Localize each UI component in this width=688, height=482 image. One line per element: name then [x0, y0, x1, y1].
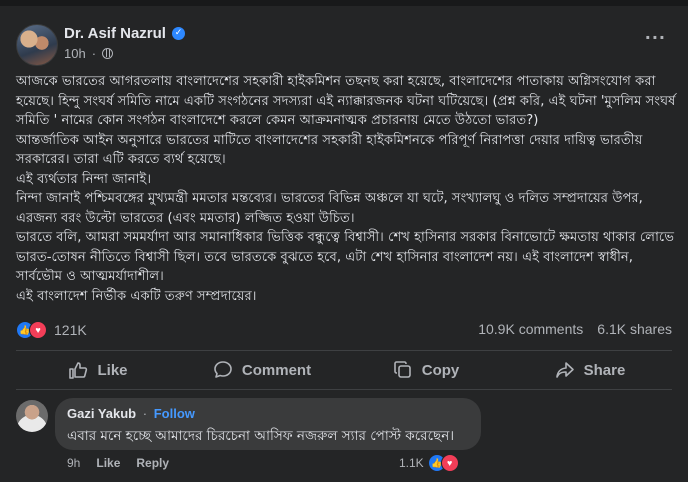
like-button[interactable]: Like: [16, 352, 180, 388]
post-time[interactable]: 10h: [64, 46, 86, 61]
divider: [16, 389, 672, 390]
share-button[interactable]: Share: [508, 352, 672, 388]
reaction-count: 121K: [54, 322, 87, 338]
post-body: আজকে ভারতের আগরতলায় বাংলাদেশের সহকারী হ…: [16, 74, 676, 304]
copy-button[interactable]: Copy: [344, 352, 508, 388]
share-icon: [555, 362, 574, 378]
comment-like-button[interactable]: Like: [96, 456, 120, 470]
comment-reactions[interactable]: 1.1K 👍 ♥: [399, 454, 459, 472]
author-row: Dr. Asif Nazrul ✓: [64, 25, 185, 42]
comment-meta: 9h Like Reply: [67, 456, 169, 470]
post-time-separator: ·: [91, 46, 97, 61]
like-label: Like: [97, 361, 128, 379]
comment-icon: [214, 361, 232, 378]
previous-post-more-icon[interactable]: ···: [647, 0, 666, 8]
post-meta: 10h ·: [64, 46, 114, 61]
commenter-avatar[interactable]: [16, 400, 48, 432]
follow-button[interactable]: Follow: [154, 406, 195, 421]
comment-reaction-count: 1.1K: [399, 456, 424, 470]
comment-button[interactable]: Comment: [180, 352, 344, 388]
comment-item: Gazi Yakub · Follow এবার মনে হচ্ছে আমাদে…: [16, 398, 676, 478]
post-actions: Like Comment Copy Share: [16, 352, 672, 388]
post-header: Dr. Asif Nazrul ✓ 10h · ···: [16, 22, 672, 66]
comment-time[interactable]: 9h: [67, 456, 80, 470]
comment-bubble: Gazi Yakub · Follow এবার মনে হচ্ছে আমাদে…: [55, 398, 481, 450]
reactions-summary[interactable]: 👍 ♥ 121K: [16, 321, 87, 339]
copy-label: Copy: [421, 361, 460, 379]
commenter-row: Gazi Yakub · Follow: [67, 406, 195, 421]
globe-icon: [102, 48, 114, 59]
commenter-name[interactable]: Gazi Yakub: [67, 406, 136, 421]
copy-icon: [393, 361, 411, 378]
comment-text: এবার মনে হচ্ছে আমাদের চিরচেনা আসিফ নজরুল…: [67, 428, 455, 444]
comment-label: Comment: [241, 361, 312, 379]
top-edge: ···: [0, 0, 688, 8]
comment-reply-button[interactable]: Reply: [136, 456, 169, 470]
thumbs-up-icon: [69, 362, 88, 379]
love-reaction-icon: ♥: [29, 321, 47, 339]
shares-count[interactable]: 6.1K shares: [597, 321, 672, 337]
divider: [16, 350, 672, 351]
verified-badge-icon: ✓: [171, 27, 185, 40]
share-label: Share: [583, 361, 626, 379]
author-avatar[interactable]: [16, 24, 58, 66]
more-options-icon[interactable]: ···: [645, 28, 666, 47]
stats-right: 10.9K comments 6.1K shares: [478, 321, 672, 337]
comments-count[interactable]: 10.9K comments: [478, 321, 583, 337]
post-stats: 👍 ♥ 121K 10.9K comments 6.1K shares: [16, 321, 672, 341]
author-name[interactable]: Dr. Asif Nazrul: [64, 25, 166, 42]
separator: ·: [142, 406, 148, 421]
love-reaction-icon: ♥: [440, 454, 459, 472]
